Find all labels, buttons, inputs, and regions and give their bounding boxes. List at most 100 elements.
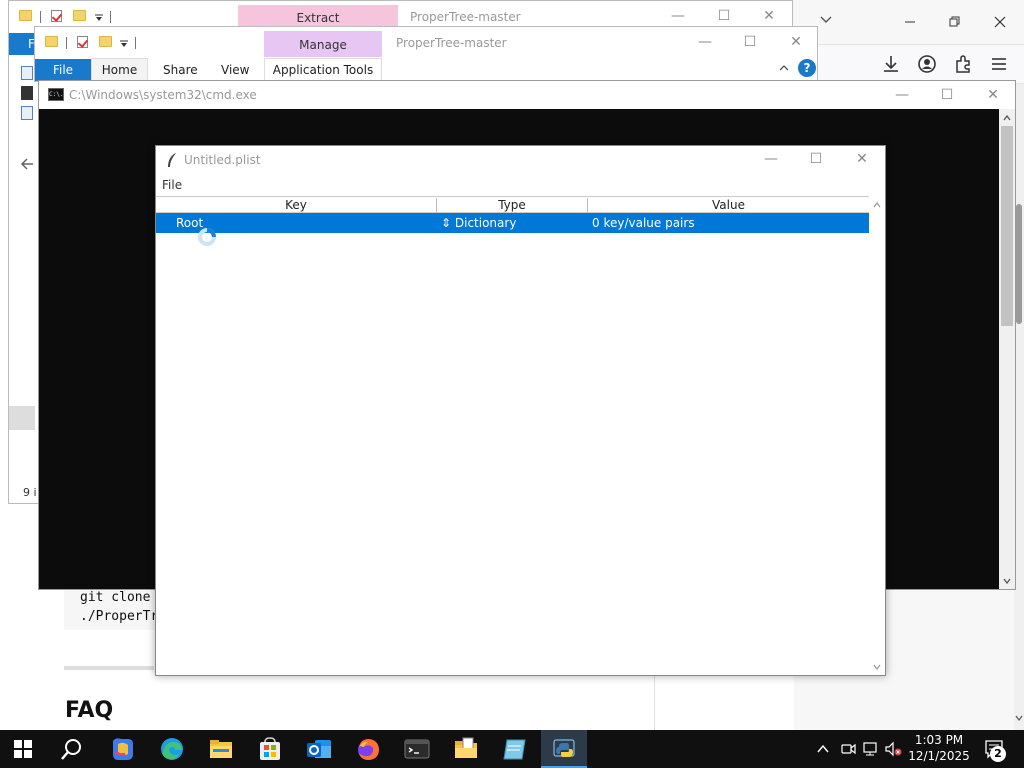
browser-restore-button[interactable] xyxy=(942,10,966,34)
help-icon[interactable]: ? xyxy=(798,59,816,77)
ribbon-tab-application-tools-label: Application Tools xyxy=(272,63,374,77)
start-windows-icon[interactable] xyxy=(14,740,32,758)
row-type-dictionary[interactable]: ⇕ Dictionary xyxy=(441,216,516,230)
propertree-minimize-button[interactable]: — xyxy=(756,148,786,170)
microsoft-store-icon[interactable] xyxy=(253,732,287,766)
propertree-scrollbar[interactable] xyxy=(869,196,885,674)
cmd-icon: C:\. xyxy=(48,88,64,101)
cmd-minimize-button[interactable]: — xyxy=(887,84,917,106)
search-icon[interactable] xyxy=(60,737,84,761)
qat-separator xyxy=(40,11,41,23)
faq-heading: FAQ xyxy=(65,698,114,723)
scroll-down-arrow-icon[interactable] xyxy=(1014,712,1024,724)
browser-minimize-button[interactable] xyxy=(898,10,922,34)
terminal-icon[interactable] xyxy=(400,732,434,766)
edge-icon[interactable] xyxy=(155,732,189,766)
volume-muted-icon[interactable] xyxy=(884,741,904,757)
column-header-key[interactable]: Key xyxy=(156,198,437,212)
nav-selected-item[interactable] xyxy=(9,406,35,430)
explorer-back-title: ProperTree-master xyxy=(410,10,521,24)
cmd-scrollbar-thumb[interactable] xyxy=(1001,126,1013,326)
explorer-back-maximize-button[interactable]: ☐ xyxy=(709,5,739,27)
cmd-scrollbar[interactable] xyxy=(999,109,1015,589)
propertree-scroll-down-icon[interactable] xyxy=(872,661,882,671)
status-bar-item-count: 9 i xyxy=(23,486,37,499)
propertree-scroll-up-icon[interactable] xyxy=(872,199,882,209)
horizontal-rule xyxy=(64,666,154,670)
browser-scrollbar-thumb[interactable] xyxy=(1016,204,1022,324)
feather-icon xyxy=(165,152,179,168)
manage-tab-label: Manage xyxy=(299,38,347,52)
qat-separator xyxy=(110,11,111,23)
explorer-front-title: ProperTree-master xyxy=(396,36,507,50)
qat-dropdown-icon[interactable] xyxy=(119,38,129,48)
plist-tree[interactable]: Key Type Value Root ⇕ Dictionary 0 key/v… xyxy=(156,196,869,674)
properties-icon[interactable] xyxy=(77,36,88,48)
qat-separator xyxy=(135,37,136,49)
column-header-type[interactable]: Type xyxy=(437,198,588,212)
qat-separator xyxy=(66,37,67,49)
cmd-icon-text: C:\. xyxy=(49,91,64,98)
firefox-icon[interactable] xyxy=(351,732,385,766)
ribbon-tab-application-tools[interactable]: Application Tools xyxy=(264,58,382,81)
cmd-maximize-button[interactable]: ☐ xyxy=(932,84,962,106)
explorer-front-minimize-button[interactable]: — xyxy=(690,31,720,53)
browser-close-button[interactable] xyxy=(988,10,1012,34)
explorer-back-file-tab[interactable]: F xyxy=(9,33,35,55)
propertree-close-button[interactable]: ✕ xyxy=(847,148,877,170)
show-hidden-icons-chevron-icon[interactable] xyxy=(816,742,830,756)
clock-date[interactable]: 12/1/2025 xyxy=(906,749,972,764)
folder-app-icon[interactable] xyxy=(449,732,483,766)
cmd-scroll-down-icon[interactable] xyxy=(1002,575,1012,585)
folder-icon xyxy=(45,36,58,47)
column-header-value[interactable]: Value xyxy=(588,198,869,212)
ribbon-collapse-chevron-icon[interactable] xyxy=(777,61,791,75)
busy-cursor-icon xyxy=(196,226,218,248)
cmd-title-bar: C:\. C:\Windows\system32\cmd.exe — ☐ ✕ xyxy=(39,81,1015,109)
copilot-icon[interactable] xyxy=(106,732,140,766)
browser-tabs-chevron-icon[interactable] xyxy=(816,10,836,30)
ribbon-tab-home[interactable]: Home xyxy=(91,58,148,81)
cmd-scroll-up-icon[interactable] xyxy=(1002,112,1012,122)
back-arrow-icon[interactable] xyxy=(19,156,35,172)
new-folder-icon[interactable] xyxy=(73,10,86,21)
ribbon-tab-file[interactable]: File xyxy=(35,59,91,81)
meet-now-icon[interactable] xyxy=(840,741,856,757)
explorer-window-front: Manage ProperTree-master — ☐ ✕ File Home… xyxy=(34,26,818,82)
ribbon-tab-share[interactable]: Share xyxy=(163,60,198,80)
notepad-icon[interactable] xyxy=(498,732,532,766)
taskbar: 1:03 PM 12/1/2025 2 xyxy=(0,730,1024,768)
document-icon xyxy=(21,66,33,80)
network-icon[interactable] xyxy=(862,741,880,757)
properties-icon[interactable] xyxy=(51,10,62,22)
explorer-front-maximize-button[interactable]: ☐ xyxy=(735,31,765,53)
python-icon[interactable] xyxy=(547,732,581,766)
explorer-back-minimize-button[interactable]: — xyxy=(663,5,693,27)
explorer-back-close-button[interactable]: ✕ xyxy=(754,5,784,27)
folder-icon xyxy=(19,10,32,21)
row-value[interactable]: 0 key/value pairs xyxy=(592,216,695,230)
propertree-maximize-button[interactable]: ☐ xyxy=(801,148,831,170)
explorer-front-close-button[interactable]: ✕ xyxy=(781,31,811,53)
table-row[interactable]: Root ⇕ Dictionary 0 key/value pairs xyxy=(156,213,869,233)
document-icon xyxy=(21,106,33,120)
menu-file[interactable]: File xyxy=(162,178,182,192)
menu-icon[interactable] xyxy=(988,53,1010,75)
notification-count: 2 xyxy=(994,747,1002,760)
new-folder-icon[interactable] xyxy=(99,36,112,47)
code-line-1: git clone xyxy=(80,590,151,605)
ribbon-tab-view[interactable]: View xyxy=(221,60,249,80)
account-icon[interactable] xyxy=(916,53,938,75)
outlook-icon[interactable] xyxy=(302,732,336,766)
code-line-2: ./ProperTr xyxy=(80,609,159,624)
extensions-icon[interactable] xyxy=(952,53,974,75)
column-header-row: Key Type Value xyxy=(156,196,869,213)
ribbon-tab-home-label: Home xyxy=(101,63,138,77)
cmd-close-button[interactable]: ✕ xyxy=(978,84,1008,106)
film-icon xyxy=(21,86,33,100)
qat-dropdown-icon[interactable] xyxy=(94,12,104,22)
clock-time[interactable]: 1:03 PM xyxy=(906,733,972,748)
file-explorer-icon[interactable] xyxy=(204,732,238,766)
download-icon[interactable] xyxy=(880,53,902,75)
contextual-tab-manage[interactable]: Manage xyxy=(264,31,382,57)
